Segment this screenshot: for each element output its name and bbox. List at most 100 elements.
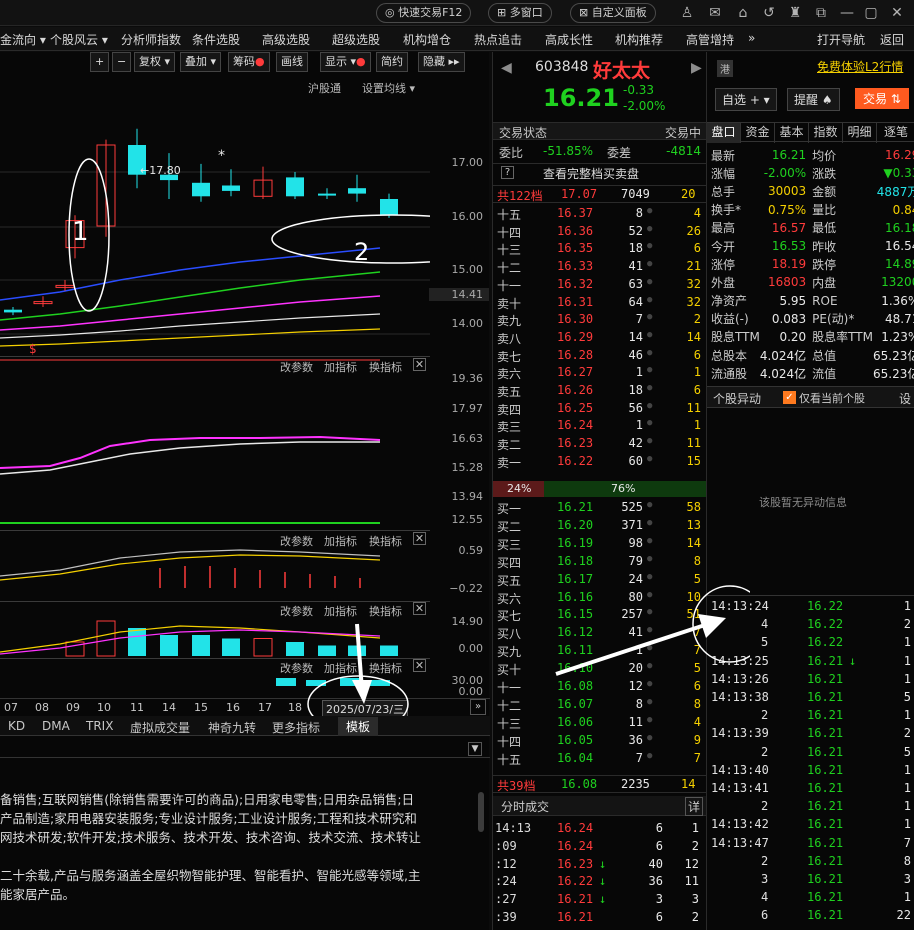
trade-button[interactable]: 交易 ⇅ [855,88,909,109]
ask-level-row[interactable]: 十三 16.35 18 ● 6 [493,240,707,258]
hsgt-link[interactable]: 沪股通 [308,80,341,96]
tab-virtual-volume[interactable]: 虚拟成交量 [130,719,190,736]
quote-value: 0.20 [779,329,807,344]
menu-inst-increase[interactable]: 机构增仓 [403,31,451,48]
menu-back[interactable]: 返回 [880,31,904,48]
sub4-axis-label: 0.00 [458,685,484,698]
collapse-icon[interactable]: ▼ [468,742,482,756]
anomaly-settings-button[interactable]: 设 [899,390,911,407]
ask-level-row[interactable]: 卖七 16.28 46 ● 6 [493,347,707,365]
shirt-icon[interactable]: ♜ [786,4,804,22]
ask-level-row[interactable]: 卖四 16.25 56 ● 11 [493,400,707,418]
watchlist-button[interactable]: 自选 + ▾ [715,88,777,111]
ask-level-row[interactable]: 十二 16.33 41 ● 21 [493,258,707,276]
zoom-out-button[interactable]: − [112,52,132,72]
tab-detail[interactable]: 明细 [843,123,877,143]
scroll-right-icon[interactable]: » [470,699,486,715]
ask-level-row[interactable]: 卖二 16.23 42 ● 11 [493,435,707,453]
tick-row: 2 16.21 8 [707,853,914,871]
quote-label: 外盘 [711,275,736,290]
minimize-icon[interactable]: — [838,4,856,22]
level-count: 14 [686,535,701,550]
prev-stock-icon[interactable]: ◀ [501,60,512,76]
full-book-link[interactable]: 查看完整档买卖盘 [543,165,639,182]
mail-icon[interactable]: ✉ [706,4,724,22]
menu-high-growth[interactable]: 高成长性 [545,31,593,48]
bid-level-row[interactable]: 十五 16.04 7 ● 7 [493,750,707,768]
menu-analyst-index[interactable]: 分析师指数 [121,31,181,48]
menu-inst-recommend[interactable]: 机构推荐 [615,31,663,48]
anomaly-filter-label[interactable]: 仅看当前个股 [799,390,865,406]
chip-button[interactable]: 筹码● [228,52,270,72]
level-dot-icon: ● [647,714,653,725]
bid-level-row[interactable]: 十四 16.05 36 ● 9 [493,732,707,750]
bid-level-row[interactable]: 买二 16.20 371 ● 13 [493,517,707,535]
trade-status-label: 交易状态 [499,126,548,140]
tab-kd[interactable]: KD [8,719,25,733]
close-icon[interactable]: ✕ [888,4,906,22]
tab-more-indicators[interactable]: 更多指标 [272,719,320,736]
user-icon[interactable]: ♙ [678,4,696,22]
home-icon[interactable]: ⌂ [734,4,752,22]
hide-button[interactable]: 隐藏 ▸▸ [418,52,465,72]
bid-level-row[interactable]: 十二 16.07 8 ● 8 [493,696,707,714]
help-icon[interactable]: ? [501,166,514,179]
tab-dma[interactable]: DMA [42,719,70,733]
multi-window-button[interactable]: ⊞ 多窗口 [488,3,552,23]
candle-body [222,185,240,191]
alert-button[interactable]: 提醒 ♠ [787,88,840,111]
menu-open-nav[interactable]: 打开导航 [817,31,865,48]
bid-level-row[interactable]: 十三 16.06 11 ● 4 [493,714,707,732]
annotation-number-1: 1 [72,217,89,247]
ask-level-row[interactable]: 卖八 16.29 14 ● 14 [493,329,707,347]
menu-fund-flow[interactable]: 金流向 ▾ [0,31,46,48]
bid-level-row[interactable]: 买一 16.21 525 ● 58 [493,499,707,517]
ask-level-row[interactable]: 卖六 16.27 1 ● 1 [493,364,707,382]
ask-level-row[interactable]: 卖三 16.24 1 ● 1 [493,417,707,435]
ask-level-row[interactable]: 十四 16.36 52 ● 26 [493,223,707,241]
scrollbar[interactable] [478,792,484,832]
menu-advanced-select[interactable]: 高级选股 [262,31,310,48]
menu-stock-news[interactable]: 个股风云 ▾ [50,31,108,48]
next-stock-icon[interactable]: ▶ [691,60,702,76]
quick-trade-button[interactable]: ◎ 快速交易F12 [376,3,472,23]
tab-pankou[interactable]: 盘口 [707,123,741,143]
bid-level-row[interactable]: 买三 16.19 98 ● 14 [493,535,707,553]
zoom-in-button[interactable]: + [90,52,110,72]
menu-exec-increase[interactable]: 高管增持 [686,31,734,48]
tab-index[interactable]: 指数 [809,123,843,143]
ask-level-row[interactable]: 卖五 16.26 18 ● 6 [493,382,707,400]
menu-super-select[interactable]: 超级选股 [332,31,380,48]
ask-level-row[interactable]: 卖一 16.22 60 ● 15 [493,453,707,471]
tab-basic[interactable]: 基本 [775,123,809,143]
ask-level-row[interactable]: 卖九 16.30 7 ● 2 [493,311,707,329]
draw-line-button[interactable]: 画线 [276,52,308,72]
fenshi-detail-button[interactable]: 详 [684,797,703,816]
display-dropdown[interactable]: 显示 ▾● [320,52,371,72]
ask-level-row[interactable]: 十五 16.37 8 ● 4 [493,205,707,223]
bid-level-row[interactable]: 买四 16.18 79 ● 8 [493,553,707,571]
overlay-dropdown[interactable]: 叠加 ▾ [180,52,222,72]
date-label: 07 [4,701,18,714]
ma-settings-link[interactable]: 设置均线 ▾ [362,80,415,96]
tab-funds[interactable]: 资金 [741,123,775,143]
undo-icon[interactable]: ↺ [760,4,778,22]
custom-panel-button[interactable]: ⊠ 自定义面板 [570,3,656,23]
level-dot-icon: ● [647,696,653,707]
menu-more[interactable]: » [748,31,755,45]
l2-trial-link[interactable]: 免费体验L2行情 [817,58,903,75]
tab-tick[interactable]: 逐笔 [877,123,914,143]
restore-icon[interactable]: ⧉ [812,4,830,22]
fuquan-dropdown[interactable]: 复权 ▾ [134,52,176,72]
level-volume: 63 [628,276,643,291]
maximize-icon[interactable]: ▢ [862,4,880,22]
menu-hot-track[interactable]: 热点追击 [474,31,522,48]
menu-condition-select[interactable]: 条件选股 [192,31,240,48]
checkbox-checked-icon[interactable]: ✓ [783,391,796,404]
tab-template[interactable]: 模板 [338,717,379,736]
ask-level-row[interactable]: 卖十 16.31 64 ● 32 [493,294,707,312]
tab-trix[interactable]: TRIX [86,719,113,733]
simple-button[interactable]: 简约 [376,52,408,72]
ask-level-row[interactable]: 十一 16.32 63 ● 32 [493,276,707,294]
tab-nine-turn[interactable]: 神奇九转 [208,719,256,736]
